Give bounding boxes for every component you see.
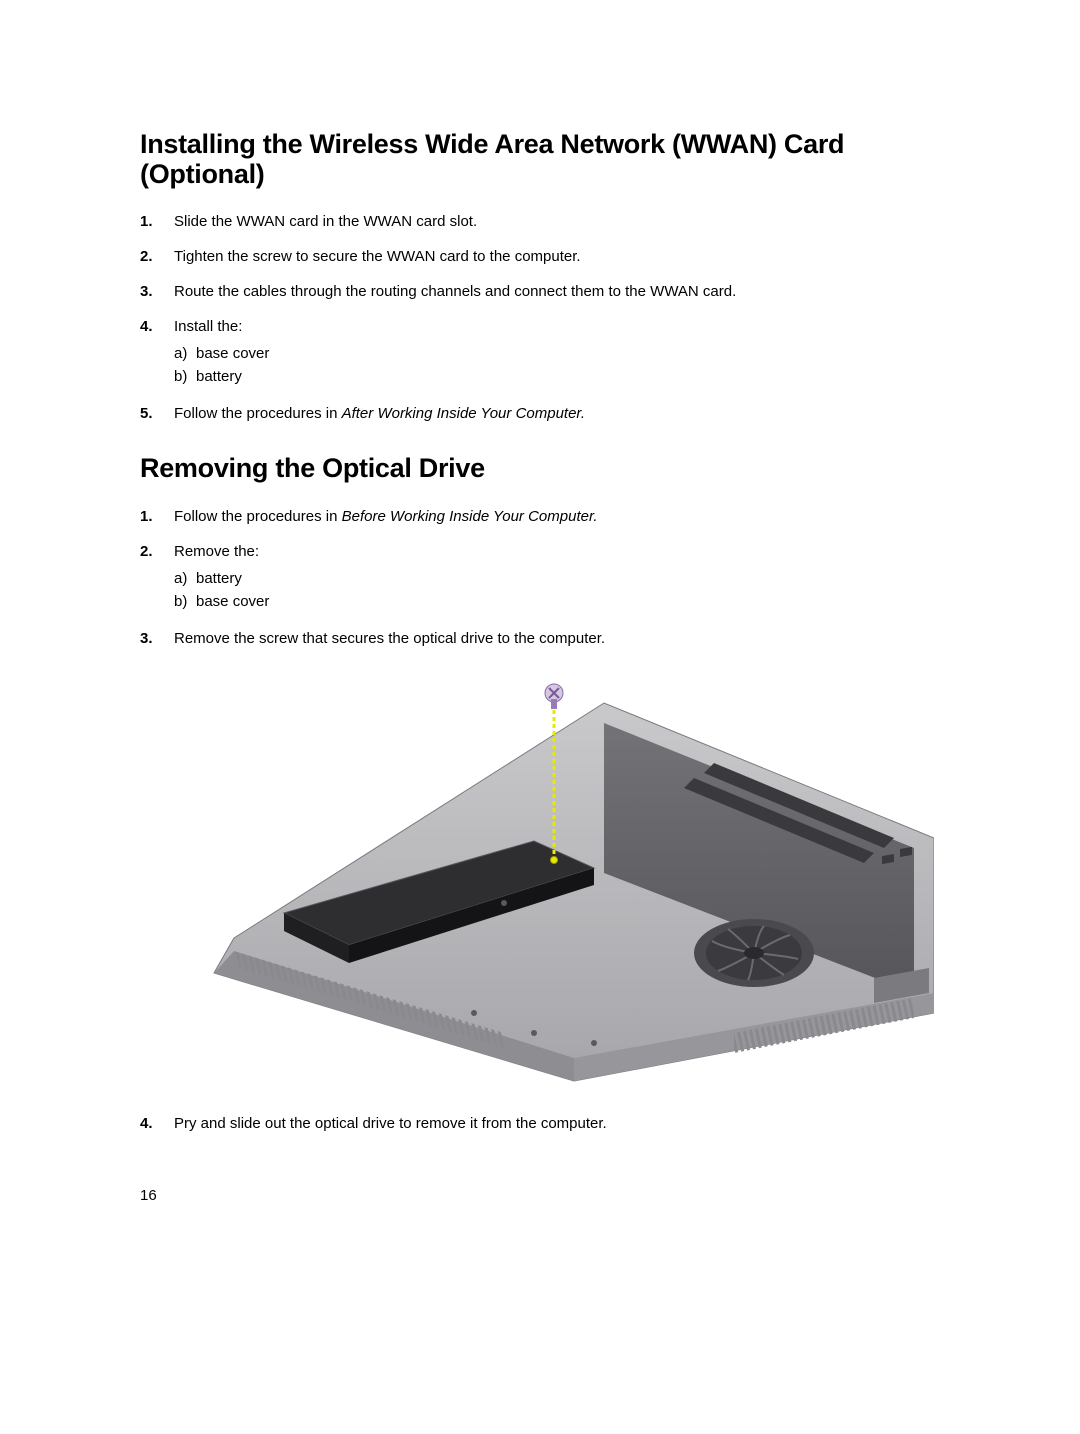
list-item: 5. Follow the procedures in After Workin… xyxy=(140,403,940,424)
list-number: 4. xyxy=(140,316,174,337)
list-item: 4. Install the: a) base cover b) battery xyxy=(140,316,940,389)
list-text: Slide the WWAN card in the WWAN card slo… xyxy=(174,211,940,232)
list-body: Follow the procedures in Before Working … xyxy=(174,506,940,527)
list-text-pre: Follow the procedures in xyxy=(174,508,342,525)
section1-heading: Installing the Wireless Wide Area Networ… xyxy=(140,130,940,189)
section2-list-b: 4. Pry and slide out the optical drive t… xyxy=(140,1113,940,1134)
sublist-item: a) base cover xyxy=(174,343,940,364)
sublist-item: a) battery xyxy=(174,568,940,589)
list-text: Remove the: xyxy=(174,543,259,560)
list-text: Route the cables through the routing cha… xyxy=(174,281,940,302)
sublist: a) base cover b) battery xyxy=(174,343,940,387)
list-body: Follow the procedures in After Working I… xyxy=(174,403,940,424)
list-item: 1. Slide the WWAN card in the WWAN card … xyxy=(140,211,940,232)
optical-drive-figure xyxy=(174,663,934,1083)
list-item: 2. Remove the: a) battery b) base cover xyxy=(140,541,940,614)
list-text-pre: Follow the procedures in xyxy=(174,405,342,422)
list-number: 3. xyxy=(140,628,174,649)
laptop-internals-illustration xyxy=(174,663,934,1083)
list-text: Tighten the screw to secure the WWAN car… xyxy=(174,246,940,267)
section2-heading: Removing the Optical Drive xyxy=(140,454,940,484)
list-number: 4. xyxy=(140,1113,174,1134)
list-text-italic: After Working Inside Your Computer. xyxy=(342,405,585,422)
list-number: 1. xyxy=(140,211,174,232)
sublist-item: b) battery xyxy=(174,366,940,387)
sublist-label: a) xyxy=(174,568,196,589)
section1-list: 1. Slide the WWAN card in the WWAN card … xyxy=(140,211,940,424)
sublist-item: b) base cover xyxy=(174,591,940,612)
sublist-text: battery xyxy=(196,366,242,387)
list-number: 1. xyxy=(140,506,174,527)
list-item: 2. Tighten the screw to secure the WWAN … xyxy=(140,246,940,267)
sublist-label: a) xyxy=(174,343,196,364)
section2-list-a: 1. Follow the procedures in Before Worki… xyxy=(140,506,940,649)
list-number: 2. xyxy=(140,541,174,562)
list-text: Remove the screw that secures the optica… xyxy=(174,628,940,649)
sublist-text: battery xyxy=(196,568,242,589)
sublist-text: base cover xyxy=(196,591,269,612)
list-text-italic: Before Working Inside Your Computer. xyxy=(342,508,598,525)
list-number: 2. xyxy=(140,246,174,267)
document-page: Installing the Wireless Wide Area Networ… xyxy=(0,0,1080,1434)
list-text: Pry and slide out the optical drive to r… xyxy=(174,1113,940,1134)
list-body: Remove the: a) battery b) base cover xyxy=(174,541,940,614)
page-number: 16 xyxy=(140,1187,157,1204)
sublist-label: b) xyxy=(174,366,196,387)
list-item: 4. Pry and slide out the optical drive t… xyxy=(140,1113,940,1134)
list-body: Install the: a) base cover b) battery xyxy=(174,316,940,389)
list-number: 3. xyxy=(140,281,174,302)
list-item: 3. Remove the screw that secures the opt… xyxy=(140,628,940,649)
sublist-text: base cover xyxy=(196,343,269,364)
list-number: 5. xyxy=(140,403,174,424)
list-item: 1. Follow the procedures in Before Worki… xyxy=(140,506,940,527)
sublist-label: b) xyxy=(174,591,196,612)
list-item: 3. Route the cables through the routing … xyxy=(140,281,940,302)
list-text: Install the: xyxy=(174,318,242,335)
sublist: a) battery b) base cover xyxy=(174,568,940,612)
